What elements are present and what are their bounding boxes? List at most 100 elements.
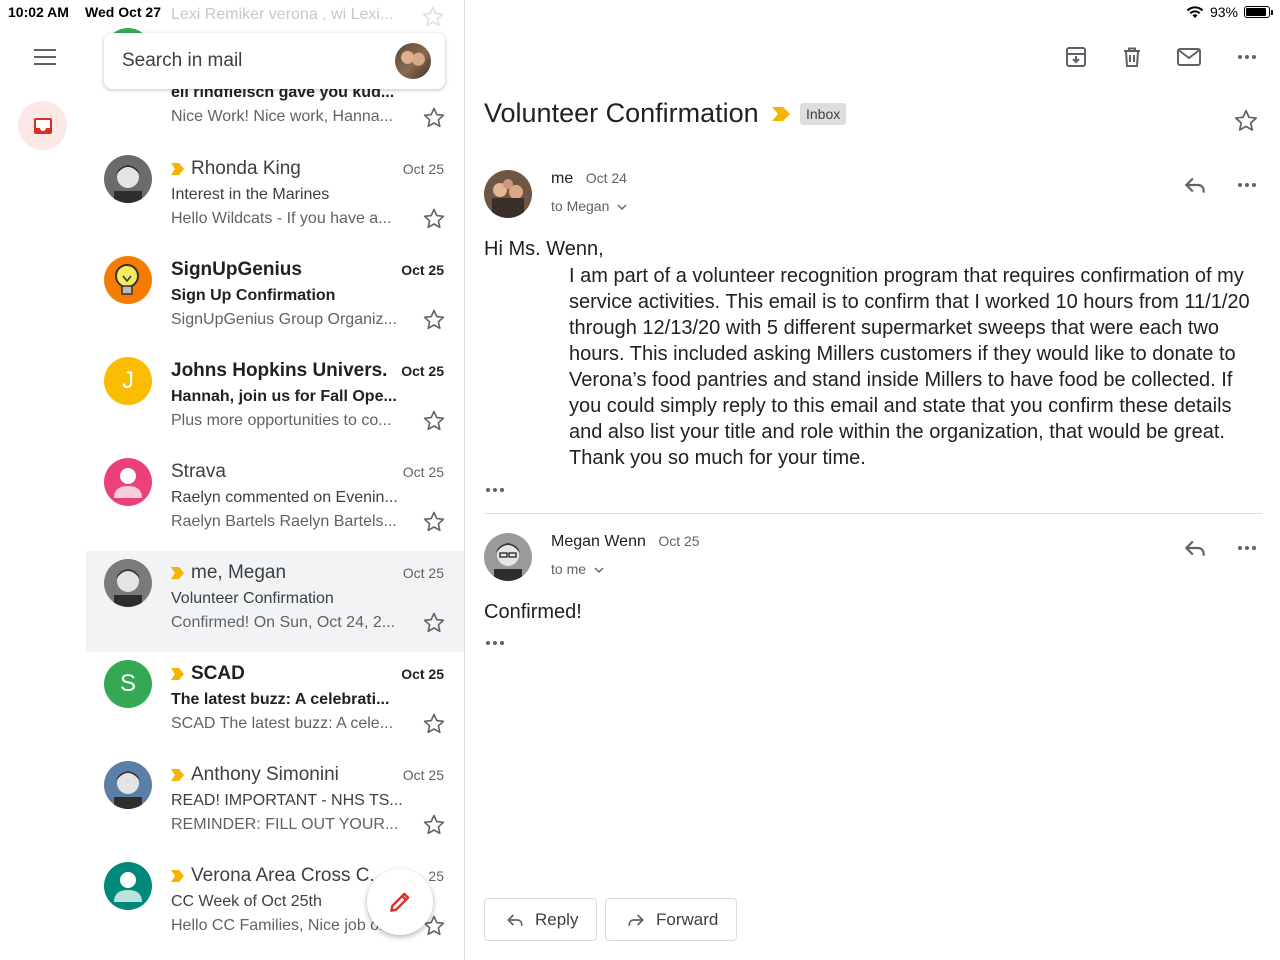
importance-marker-icon <box>171 163 184 175</box>
message-more-button[interactable] <box>1235 536 1259 560</box>
compose-button[interactable] <box>367 869 433 935</box>
more-icon <box>1238 183 1256 187</box>
search-bar[interactable]: Search in mail <box>104 33 445 89</box>
sender-avatar <box>104 559 152 607</box>
email-subject: READ! IMPORTANT - NHS TS... <box>171 792 403 809</box>
battery-icon <box>1244 6 1273 18</box>
importance-marker-icon <box>171 567 184 579</box>
archive-button[interactable] <box>1061 42 1091 72</box>
message-divider <box>484 513 1262 514</box>
importance-marker-icon[interactable] <box>771 106 791 122</box>
star-icon[interactable] <box>422 510 446 534</box>
email-sender: Strava <box>171 461 401 483</box>
sender-avatar <box>104 458 152 506</box>
sender-avatar <box>484 533 532 581</box>
recipients-toggle[interactable]: to me <box>551 561 604 577</box>
delete-button[interactable] <box>1117 42 1147 72</box>
sender-name: SCAD <box>191 663 245 684</box>
email-subject: The latest buzz: A celebrati... <box>171 691 390 708</box>
reply-label: Reply <box>535 909 579 929</box>
message-date: Oct 25 <box>658 533 700 549</box>
email-subject: Sign Up Confirmation <box>171 287 336 304</box>
inbox-nav-button[interactable] <box>18 101 67 150</box>
more-icon <box>1238 546 1256 550</box>
message-body: Confirmed! <box>484 601 582 623</box>
more-icon <box>1238 55 1256 59</box>
reply-icon[interactable] <box>1182 172 1208 198</box>
email-snippet: Raelyn Bartels Raelyn Bartels... <box>171 513 397 530</box>
reply-icon <box>507 913 523 926</box>
email-row[interactable]: me, Megan Oct 25 Volunteer Confirmation Con… <box>86 551 464 652</box>
hamburger-menu-icon[interactable] <box>26 40 64 74</box>
email-row[interactable]: SignUpGenius Oct 25 Sign Up Confirmation Si… <box>86 248 464 349</box>
star-icon[interactable] <box>422 308 446 332</box>
sender-name: Anthony Simonini <box>191 764 339 785</box>
pencil-icon <box>390 892 410 912</box>
email-subject: Raelyn commented on Evenin... <box>171 489 398 506</box>
email-date: 25 <box>428 868 444 884</box>
sender-avatar: J <box>104 357 152 405</box>
email-date: Oct 25 <box>402 161 444 177</box>
sender-avatar: S <box>104 660 152 708</box>
email-date: Oct 25 <box>402 565 444 581</box>
star-icon[interactable] <box>422 813 446 837</box>
star-icon[interactable] <box>422 611 446 635</box>
email-row[interactable]: J Johns Hopkins Univers. Oct 25 Hannah, joi… <box>86 349 464 450</box>
sender-name: Strava <box>171 461 226 482</box>
message-body: I am part of a volunteer recognition pro… <box>569 265 1250 469</box>
email-row[interactable]: Rhonda King Oct 25 Interest in the Marines… <box>86 147 464 248</box>
nav-rail <box>0 0 86 960</box>
message-sender: me Oct 24 <box>551 170 627 188</box>
status-indicators: 93% <box>1186 4 1273 20</box>
sender-avatar <box>484 170 532 218</box>
email-row[interactable]: S SCAD Oct 25 The latest buzz: A celebrati.… <box>86 652 464 753</box>
email-snippet: Hello Wildcats - If you have a... <box>171 210 392 227</box>
email-date: Oct 25 <box>401 262 444 278</box>
star-icon[interactable] <box>422 106 446 130</box>
show-quoted-button[interactable] <box>486 641 504 645</box>
chevron-down-icon <box>617 204 627 210</box>
email-date: Oct 25 <box>402 464 444 480</box>
email-row[interactable]: Strava Oct 25 Raelyn commented on Evenin..… <box>86 450 464 551</box>
thread-title: Volunteer Confirmation <box>484 98 759 128</box>
more-options-button[interactable] <box>1232 42 1262 72</box>
email-list: eli rindfleisch gave you kud... Nice Work… <box>86 0 464 960</box>
forward-button[interactable]: Forward <box>605 898 738 941</box>
star-icon[interactable] <box>422 712 446 736</box>
sender-name: SignUpGenius <box>171 259 302 280</box>
email-subject: Volunteer Confirmation <box>171 590 334 607</box>
reply-icon[interactable] <box>1182 535 1208 561</box>
sender-avatar <box>104 761 152 809</box>
show-quoted-button[interactable] <box>486 488 504 492</box>
email-snippet: Confirmed! On Sun, Oct 24, 2... <box>171 614 396 631</box>
message-detail: Volunteer Confirmation Inbox me Oct 24 t… <box>465 0 1280 960</box>
mark-unread-button[interactable] <box>1174 42 1204 72</box>
email-date: Oct 25 <box>401 363 444 379</box>
chevron-down-icon <box>594 567 604 573</box>
star-icon[interactable] <box>422 207 446 231</box>
email-subject: Hannah, join us for Fall Ope... <box>171 388 397 405</box>
recipients-toggle[interactable]: to Megan <box>551 198 627 214</box>
archive-icon <box>1066 47 1086 67</box>
star-icon[interactable] <box>422 409 446 433</box>
email-sender: me, Megan <box>171 562 401 584</box>
sender-avatar <box>104 256 152 304</box>
sender-name: Johns Hopkins Univers. <box>171 360 388 381</box>
email-row[interactable]: Anthony Simonini Oct 25 READ! IMPORTANT - … <box>86 753 464 854</box>
account-avatar[interactable] <box>395 43 431 79</box>
star-icon[interactable] <box>1233 108 1259 134</box>
message-more-button[interactable] <box>1235 173 1259 197</box>
importance-marker-icon <box>171 870 184 882</box>
email-snippet: Nice Work! Nice work, Hanna... <box>171 108 393 125</box>
message-greeting: Hi Ms. Wenn, <box>484 238 604 260</box>
email-sender: Johns Hopkins Univers. <box>171 360 401 382</box>
inbox-label-chip[interactable]: Inbox <box>800 103 847 125</box>
reply-button[interactable]: Reply <box>484 898 598 941</box>
email-snippet: Plus more opportunities to co... <box>171 412 392 429</box>
sender-name: Rhonda King <box>191 158 301 179</box>
email-sender: Anthony Simonini <box>171 764 401 786</box>
search-input[interactable]: Search in mail <box>122 50 395 72</box>
sender-avatar <box>104 862 152 910</box>
trash-icon <box>1124 47 1140 67</box>
message-date: Oct 24 <box>585 170 627 186</box>
